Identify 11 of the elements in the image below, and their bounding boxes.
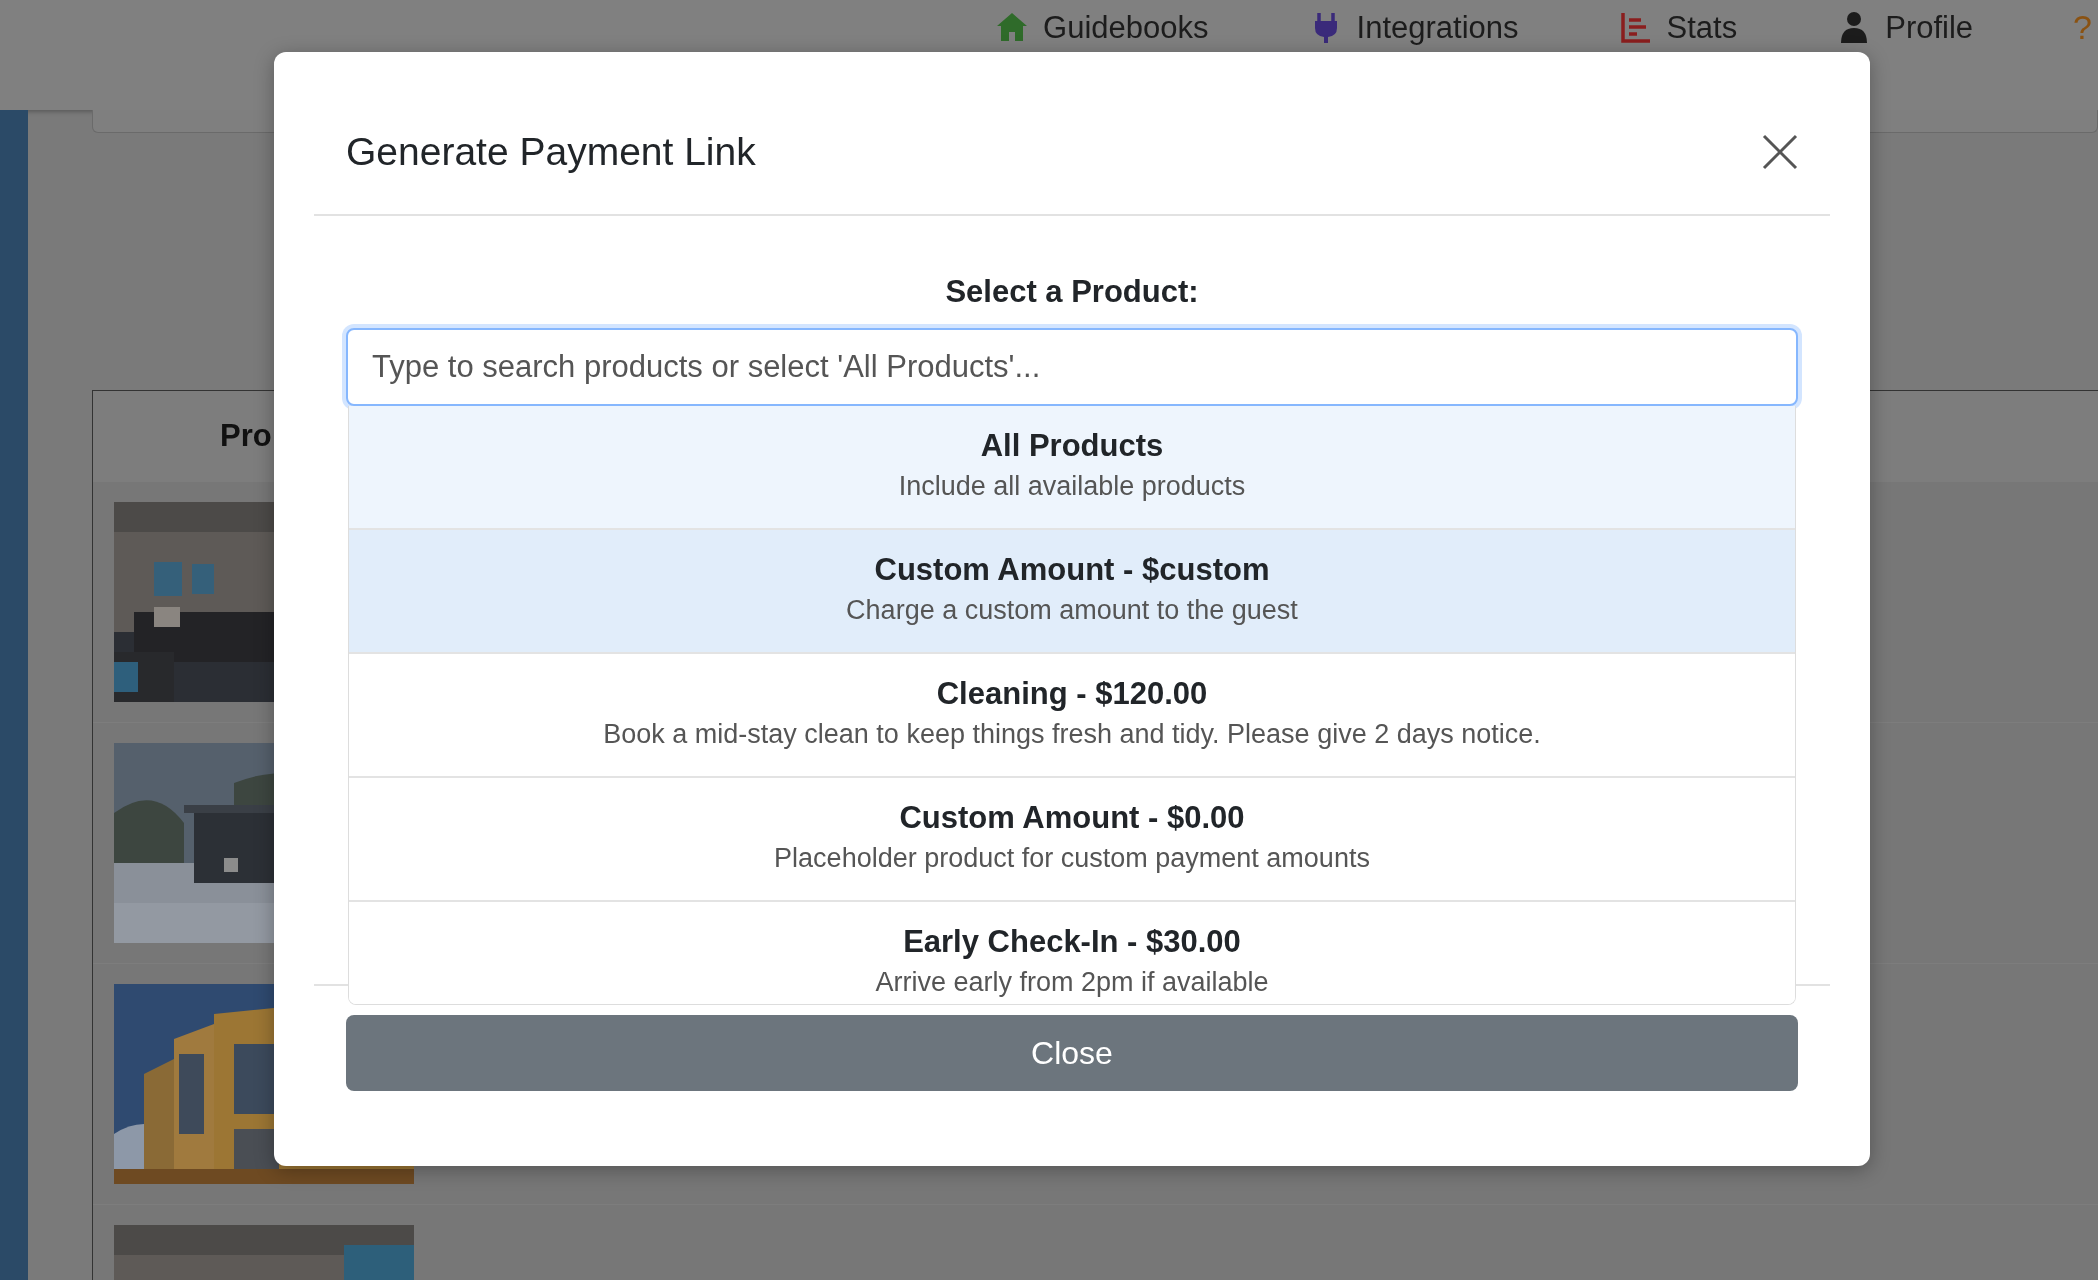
column-heading: Pro xyxy=(220,418,272,454)
field-label: Select a Product: xyxy=(944,274,1200,310)
close-button[interactable]: Close xyxy=(346,1015,1798,1091)
nav-link[interactable]: Profile xyxy=(1837,10,1974,44)
search-field[interactable]: Type to search products or select 'All Products'... xyxy=(346,328,1798,406)
dialog-title: Generate Payment Link xyxy=(346,130,756,174)
dropdown-option[interactable]: Custom Amount - $custom Charge a custom amount to the guest xyxy=(349,530,1795,654)
nav-link[interactable]: Guidebooks xyxy=(995,10,1209,44)
nav-link[interactable]: Integrations xyxy=(1308,10,1519,44)
dropdown-option[interactable]: All Products Include all available products xyxy=(349,406,1795,530)
nav-link[interactable]: Stats xyxy=(1618,10,1738,44)
